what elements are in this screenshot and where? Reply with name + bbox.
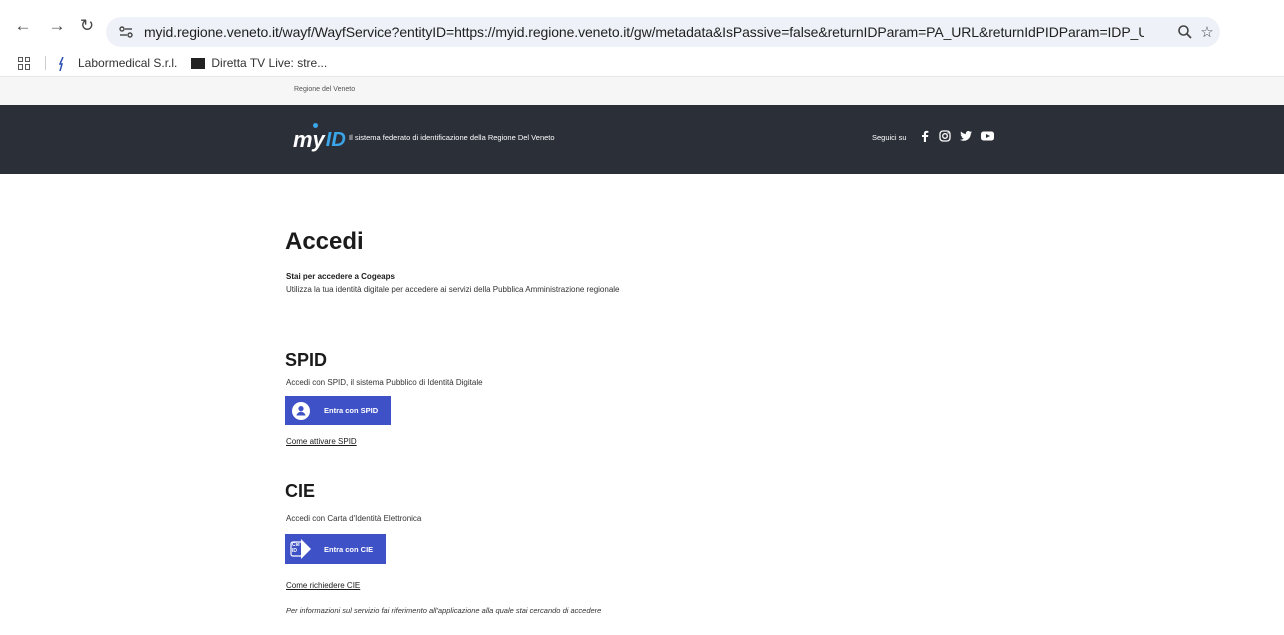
spid-heading: SPID	[285, 350, 328, 370]
facebook-icon[interactable]	[917, 128, 933, 144]
spid-login-button[interactable]: Entra con SPID	[285, 396, 391, 425]
how-to-activate-spid-link[interactable]: Come attivare SPID	[286, 437, 357, 446]
cie-login-button[interactable]: Cie ID Entra con CIE	[285, 534, 386, 564]
instagram-icon[interactable]	[937, 128, 953, 144]
bookmarks-bar: Labormedical S.r.l. Diretta TV Live: str…	[0, 50, 1284, 76]
cie-description: Accedi con Carta d'Identità Elettronica	[286, 514, 422, 523]
youtube-icon[interactable]	[979, 128, 995, 144]
how-to-request-cie-link[interactable]: Come richiedere CIE	[286, 581, 360, 590]
apps-grid-icon[interactable]	[18, 56, 31, 70]
labormedical-favicon-icon	[58, 56, 72, 72]
region-label[interactable]: Regione del Veneto	[294, 86, 355, 93]
zoom-icon[interactable]	[1176, 23, 1194, 41]
logo-dot-icon	[313, 123, 318, 128]
service-target-text: Stai per accedere a Cogeaps	[286, 272, 395, 281]
lead-text: Utilizza la tua identità digitale per ac…	[286, 285, 620, 294]
bookmarks-divider	[45, 56, 46, 70]
logo-id-text: ID	[325, 129, 346, 151]
diretta-tv-favicon-icon	[191, 57, 206, 69]
reload-icon[interactable]: ↻	[76, 15, 98, 37]
myid-logo[interactable]: my ID	[293, 123, 346, 152]
address-bar[interactable]: myid.regione.veneto.it/wayf/WayfService?…	[106, 17, 1220, 47]
url-text[interactable]: myid.regione.veneto.it/wayf/WayfService?…	[144, 24, 1144, 40]
region-strip: Regione del Veneto	[0, 76, 1284, 105]
bookmark-label: Labormedical S.r.l.	[78, 56, 178, 70]
bookmark-diretta-tv[interactable]: Diretta TV Live: stre...	[191, 56, 327, 70]
spid-user-icon	[292, 401, 310, 420]
twitter-icon[interactable]	[958, 128, 974, 144]
back-arrow-icon[interactable]: ←	[12, 15, 34, 37]
service-info-note: Per informazioni sul servizio fai riferi…	[286, 606, 602, 615]
logo-my-text: my	[293, 127, 325, 152]
bookmark-star-icon[interactable]: ☆	[1198, 23, 1216, 41]
bookmark-label: Diretta TV Live: stre...	[211, 56, 328, 70]
spid-button-label: Entra con SPID	[324, 406, 379, 415]
site-header: my ID	[0, 105, 1284, 174]
cie-heading: CIE	[285, 481, 316, 501]
site-info-icon[interactable]	[114, 22, 138, 42]
header-tagline: Il sistema federato di identificazione d…	[349, 133, 555, 142]
spid-description: Accedi con SPID, il sistema Pubblico di …	[286, 378, 483, 387]
cie-id-icon: Cie ID	[290, 538, 312, 560]
page-title: Accedi	[285, 228, 364, 255]
cie-button-label: Entra con CIE	[324, 544, 374, 554]
follow-label: Seguici su	[872, 133, 907, 142]
forward-arrow-icon[interactable]: →	[46, 15, 68, 37]
bookmark-labormedical[interactable]: Labormedical S.r.l.	[58, 56, 178, 72]
cie-icon-text: Cie ID	[292, 542, 300, 554]
browser-toolbar: ← → ↻ myid.regione.veneto.it/wayf/WayfSe…	[0, 0, 1284, 50]
